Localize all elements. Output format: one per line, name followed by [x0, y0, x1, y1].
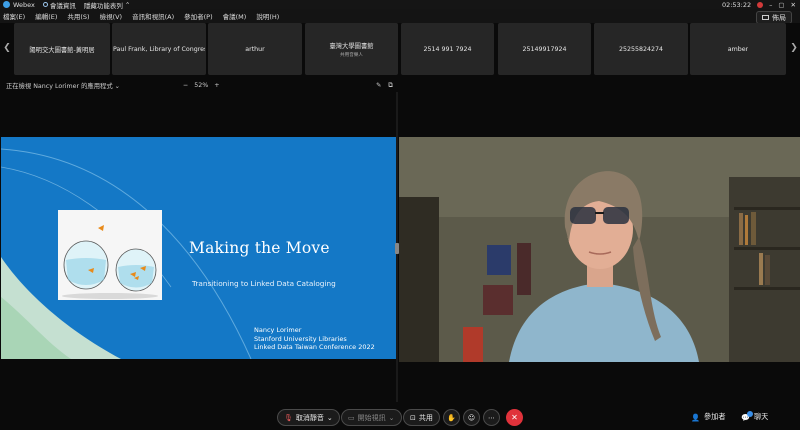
conference-name: Linked Data Taiwan Conference 2022	[254, 343, 375, 352]
participant-tile[interactable]: Paul Frank, Library of Congres...	[112, 23, 206, 75]
share-label: 共用	[418, 413, 433, 422]
more-options-button[interactable]: ⋯	[483, 409, 500, 426]
person-icon: 👤	[691, 412, 700, 422]
share-icon: ⊡	[410, 413, 416, 422]
participant-tile[interactable]: 25255824274	[594, 23, 688, 75]
slide-credits: Nancy Lorimer Stanford University Librar…	[254, 326, 375, 352]
unmute-button[interactable]: 🎙 取消靜音 ⌄	[277, 409, 340, 426]
participant-name: 2514 991 7924	[423, 45, 472, 53]
share-button[interactable]: ⊡ 共用	[403, 409, 440, 426]
sharing-status-dropdown[interactable]: 正在檢視 Nancy Lorimer 的應用程式 ⌄	[6, 81, 120, 90]
share-bar: 正在檢視 Nancy Lorimer 的應用程式 ⌄ − 52% + ✎ ⧉	[0, 79, 800, 92]
ellipsis-icon: ⋯	[488, 413, 495, 422]
menu-audio-video[interactable]: 音訊和視訊(A)	[132, 11, 174, 21]
participant-name: 臺灣大學圖書館	[329, 42, 374, 50]
menu-edit[interactable]: 編輯(E)	[35, 11, 57, 21]
presenter-name: Nancy Lorimer	[254, 326, 302, 334]
participant-tile[interactable]: 陽明交大圖書館-黃明居	[14, 23, 110, 75]
menu-file[interactable]: 檔案(E)	[3, 11, 25, 21]
meeting-timer: 02:53:22	[721, 0, 752, 9]
annotate-icon[interactable]: ✎	[376, 82, 381, 90]
chevron-up-icon: ⌃	[124, 0, 131, 9]
zoom-level: 52%	[194, 82, 209, 89]
fishbowl-image	[58, 210, 162, 300]
smiley-icon: ☺	[467, 413, 476, 422]
chat-label: 聊天	[753, 412, 769, 421]
zoom-out-button[interactable]: −	[183, 82, 188, 89]
participant-name: 25149917924	[522, 45, 567, 53]
menu-help[interactable]: 說明(H)	[256, 11, 279, 21]
meeting-controls: 🎙 取消靜音 ⌄ ▭ 開始視訊 ⌄ ⊡ 共用 ✋ ☺ ⋯ ✕ 👤 參加者 💬 聊…	[0, 402, 800, 430]
menu-participants[interactable]: 參加者(P)	[184, 11, 213, 21]
start-video-label: 開始視訊	[357, 413, 386, 422]
app-name: Webex	[13, 0, 35, 9]
menu-view[interactable]: 檢視(V)	[100, 11, 123, 21]
maximize-icon[interactable]: ▢	[778, 1, 784, 9]
chat-icon: 💬	[741, 410, 753, 422]
chevron-down-icon[interactable]: ⌄	[389, 414, 395, 422]
presenter-affiliation: Stanford University Libraries	[254, 334, 347, 343]
participant-tile[interactable]: arthur	[208, 23, 302, 75]
layout-label: 佈局	[772, 13, 786, 22]
raise-hand-button[interactable]: ✋	[443, 409, 460, 426]
chevron-down-icon[interactable]: ⌄	[327, 414, 333, 422]
speaker-video	[399, 137, 800, 362]
close-icon[interactable]: ✕	[791, 1, 796, 9]
record-icon	[757, 1, 764, 8]
participants-button[interactable]: 👤 參加者	[691, 412, 726, 422]
participants-label: 參加者	[703, 412, 726, 421]
participant-name: 25255824274	[618, 45, 664, 53]
video-off-icon: ▭	[348, 413, 355, 422]
shared-slide: Making the Move Transitioning to Linked …	[1, 137, 396, 359]
chevron-right-icon[interactable]: ❯	[789, 43, 799, 57]
participant-name: 陽明交大圖書館-黃明居	[29, 46, 95, 54]
speaker-video-frame	[399, 137, 800, 362]
chevron-left-icon[interactable]: ❮	[2, 43, 12, 57]
menu-meeting[interactable]: 會議(M)	[223, 11, 247, 21]
popout-icon[interactable]: ⧉	[388, 82, 393, 90]
layout-icon	[762, 15, 769, 20]
close-icon: ✕	[511, 413, 518, 422]
hand-icon: ✋	[447, 413, 456, 422]
menu-bar: 檔案(E) 編輯(E) 共用(S) 檢視(V) 音訊和視訊(A) 參加者(P) …	[0, 9, 800, 24]
start-video-button[interactable]: ▭ 開始視訊 ⌄	[341, 409, 402, 426]
mic-muted-icon: 🎙	[284, 413, 293, 422]
sharing-status-label: 正在檢視 Nancy Lorimer 的應用程式	[6, 83, 113, 90]
participant-tile[interactable]: 臺灣大學圖書館 共用音樂人	[305, 23, 398, 75]
zoom-control: − 52% +	[183, 82, 220, 89]
participant-name: Paul Frank, Library of Congres...	[113, 45, 205, 53]
slide-title: Making the Move	[189, 239, 330, 257]
webex-logo-icon	[3, 1, 10, 8]
unmute-label: 取消靜音	[295, 413, 324, 422]
chat-button[interactable]: 💬 聊天	[741, 410, 769, 422]
chevron-down-icon: ⌄	[114, 83, 120, 90]
participant-subtitle: 共用音樂人	[340, 52, 363, 58]
minimize-icon[interactable]: –	[769, 1, 772, 9]
participant-tile[interactable]: amber	[690, 23, 786, 75]
chat-badge	[747, 410, 753, 417]
participant-tile[interactable]: 2514 991 7924	[401, 23, 494, 75]
title-bar: Webex 會議資訊 隱藏功能表列 ⌃ 02:53:22 – ▢ ✕	[0, 0, 800, 10]
zoom-in-button[interactable]: +	[214, 82, 219, 89]
reactions-button[interactable]: ☺	[463, 409, 480, 426]
participant-tile[interactable]: 25149917924	[498, 23, 591, 75]
participant-name: arthur	[245, 45, 265, 53]
menu-share[interactable]: 共用(S)	[67, 11, 89, 21]
leave-meeting-button[interactable]: ✕	[506, 409, 523, 426]
info-icon	[42, 2, 48, 7]
participant-strip: ❮ 陽明交大圖書館-黃明居 Paul Frank, Library of Con…	[0, 23, 800, 75]
slide-subtitle: Transitioning to Linked Data Cataloging	[192, 279, 336, 288]
participant-name: amber	[727, 45, 749, 53]
